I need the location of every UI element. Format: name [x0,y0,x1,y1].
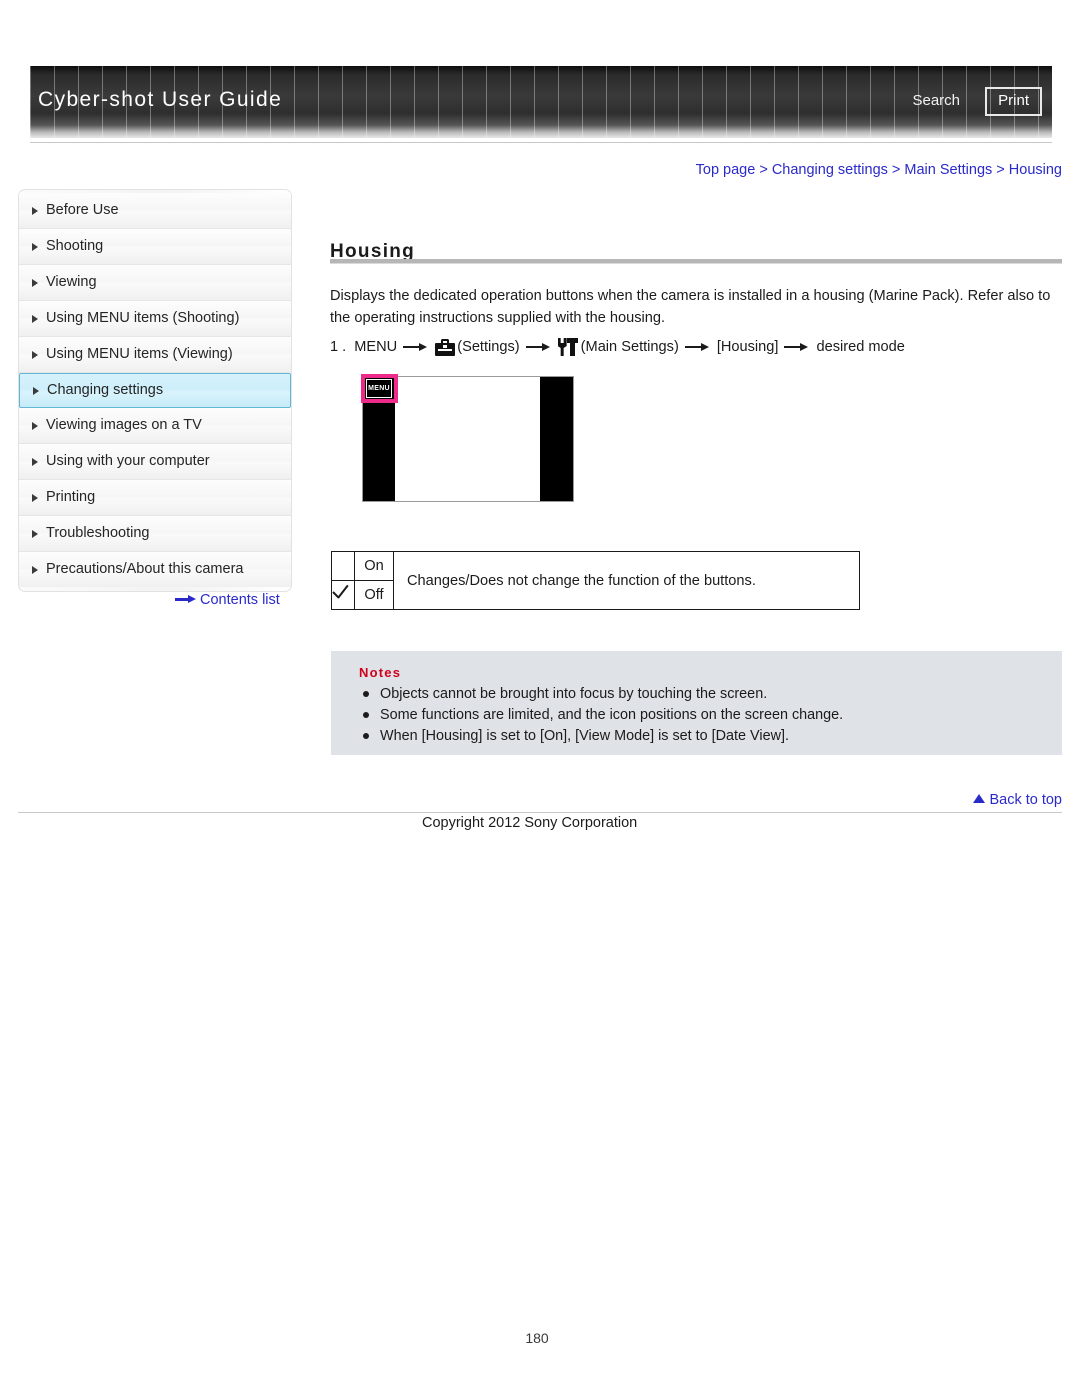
bullet-icon [363,691,369,697]
option-label-off[interactable]: Off [354,580,394,610]
settings-label: (Settings) [457,339,520,355]
title-divider [330,259,1062,264]
arrow-right-icon [525,342,552,352]
sidebar-item-troubleshooting[interactable]: Troubleshooting [19,516,291,552]
table-row: On Changes/Does not change the function … [331,551,860,610]
arrow-right-icon [784,342,810,352]
chevron-right-icon [32,457,38,466]
sidebar-item-label: Shooting [46,238,104,254]
toolbox-icon [435,338,456,356]
chevron-right-icon [32,493,38,502]
check-cell [331,551,355,581]
bullet-icon [363,712,369,718]
chevron-right-icon [32,206,38,215]
note-item: When [Housing] is set to [On], [View Mod… [359,726,1062,747]
chevron-right-icon [32,242,38,251]
chevron-right-icon [32,278,38,287]
option-label-on[interactable]: On [354,551,394,581]
intro-paragraph: Displays the dedicated operation buttons… [330,288,1051,326]
contents-list-link[interactable]: Contents list [175,592,280,608]
note-text: Some functions are limited, and the icon… [380,707,844,723]
tools-icon [557,338,578,356]
note-text: Objects cannot be brought into focus by … [380,686,768,702]
site-title: Cyber-shot User Guide [38,88,283,111]
menu-label: MENU [354,339,398,355]
sidebar-item-precautions-about-this-camera[interactable]: Precautions/About this camera [19,552,291,587]
chevron-right-icon [32,421,38,430]
triangle-up-icon [973,794,986,803]
note-item: Some functions are limited, and the icon… [359,705,1062,726]
main-settings-label: (Main Settings) [580,339,679,355]
site-header: Cyber-shot User Guide Search Print [30,66,1052,138]
options-table: On Changes/Does not change the function … [331,551,860,610]
sidebar-item-label: Viewing [46,274,97,290]
menu-button-highlight [361,374,398,403]
sidebar-item-printing[interactable]: Printing [19,480,291,516]
chevron-right-icon [32,529,38,538]
sidebar-item-before-use[interactable]: Before Use [19,193,291,229]
sidebar-item-label: Using MENU items (Viewing) [46,346,233,362]
sidebar-nav: Before Use Shooting Viewing Using MENU i… [18,189,292,592]
page-number: 180 [0,1330,1080,1346]
arrow-right-icon [403,342,429,352]
sidebar-item-using-menu-items-viewing[interactable]: Using MENU items (Viewing) [19,337,291,373]
sidebar-item-label: Before Use [46,202,119,218]
notes-heading: Notes [359,665,402,680]
sidebar-item-using-with-your-computer[interactable]: Using with your computer [19,444,291,480]
check-cell-selected [331,580,355,610]
sidebar-item-shooting[interactable]: Shooting [19,229,291,265]
sidebar-item-viewing-images-on-a-tv[interactable]: Viewing images on a TV [19,408,291,444]
step-number: 1 . [330,339,347,355]
page-number-value: 180 [525,1330,549,1346]
bullet-icon [363,733,369,739]
sidebar-item-label: Viewing images on a TV [46,417,202,433]
sidebar-item-label: Precautions/About this camera [46,561,244,577]
option-description: Changes/Does not change the function of … [393,551,860,610]
sidebar-item-label: Using with your computer [46,453,210,469]
arrow-right-icon [684,342,711,352]
chevron-right-icon [33,386,39,395]
copyright-text: Copyright 2012 Sony Corporation [422,815,638,831]
sidebar-item-label: Printing [46,489,96,505]
sidebar-item-changing-settings[interactable]: Changing settings [19,373,291,408]
breadcrumb[interactable]: Top page > Changing settings > Main Sett… [330,162,1062,178]
back-to-top-link[interactable]: Back to top [973,792,1062,808]
chevron-right-icon [32,314,38,323]
housing-label: [Housing] [716,339,779,355]
desired-mode-label: desired mode [816,339,905,355]
sidebar-item-label: Using MENU items (Shooting) [46,310,240,326]
search-button[interactable]: Search [912,92,960,109]
sidebar-item-using-menu-items-shooting[interactable]: Using MENU items (Shooting) [19,301,291,337]
footer-divider [18,812,1062,813]
contents-list-label: Contents list [200,592,280,608]
back-to-top-label: Back to top [989,792,1062,808]
note-text: When [Housing] is set to [On], [View Mod… [380,728,789,744]
sidebar-item-label: Troubleshooting [46,525,150,541]
note-item: Objects cannot be brought into focus by … [359,684,1062,705]
print-button[interactable]: Print [985,87,1042,116]
step-instruction: 1 . MENU (Settings) (Main Settings) [Hou… [330,337,905,357]
sidebar-item-label: Changing settings [47,382,164,398]
chevron-right-icon [32,565,38,574]
camera-screen-illustration: MENU [361,374,574,502]
header-divider [30,142,1052,143]
arrow-right-icon [175,594,197,604]
notes-box: Notes Objects cannot be brought into foc… [331,651,1062,755]
screen-right-bar [540,377,573,501]
sidebar-item-viewing[interactable]: Viewing [19,265,291,301]
chevron-right-icon [32,350,38,359]
check-icon [332,584,354,602]
